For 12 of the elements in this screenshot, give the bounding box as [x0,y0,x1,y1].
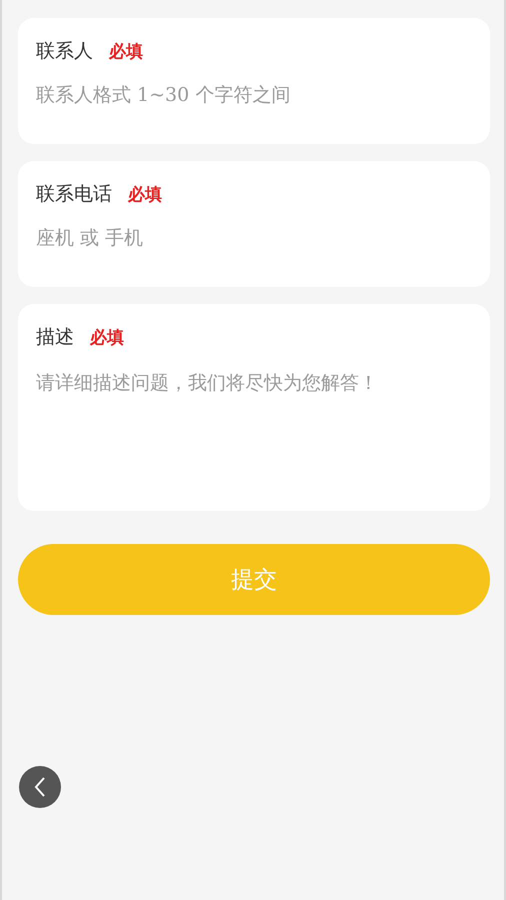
input-field[interactable]: 请详细描述问题，我们将尽快为您解答！ [36,364,472,456]
required-label: 必填 [90,326,124,348]
input-field[interactable]: 座机 或 手机 [36,221,472,255]
field-label: 联系人 [36,39,93,64]
text-area-card[interactable]: 描述 必填 请详细描述问题，我们将尽快为您解答！ [18,304,490,511]
field-label: 联系电话 [36,182,112,207]
input-field[interactable]: 联系人格式 1~30 个字符之间 [36,78,472,112]
chevron-left-icon [33,776,47,798]
required-label: 必填 [128,184,162,206]
required-label: 必填 [109,40,143,62]
back-button[interactable] [19,766,61,808]
field-label: 描述 [36,325,74,350]
